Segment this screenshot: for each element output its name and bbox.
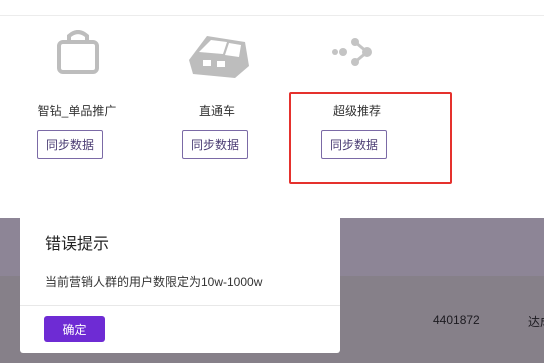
confirm-button[interactable]: 确定 [44,316,105,342]
dialog-message: 当前营销人群的用户数限定为10w-1000w [45,275,263,289]
sync-data-button[interactable]: 同步数据 [37,130,104,159]
error-dialog: 错误提示 当前营销人群的用户数限定为10w-1000w 确定 [20,210,340,353]
table-cell: 达成 [528,315,544,329]
channel-label: 直通车 [198,104,235,118]
sync-data-button[interactable]: 同步数据 [182,130,249,159]
train-icon [189,36,249,78]
shopping-bag-icon [57,30,99,74]
dialog-title: 错误提示 [45,236,110,253]
top-divider [0,15,544,16]
share-arrow-icon [332,38,372,66]
channel-label: 智钻_单品推广 [37,104,117,118]
highlight-box [289,92,452,184]
table-cell: 4401872 [433,313,480,327]
dialog-divider [20,305,340,306]
